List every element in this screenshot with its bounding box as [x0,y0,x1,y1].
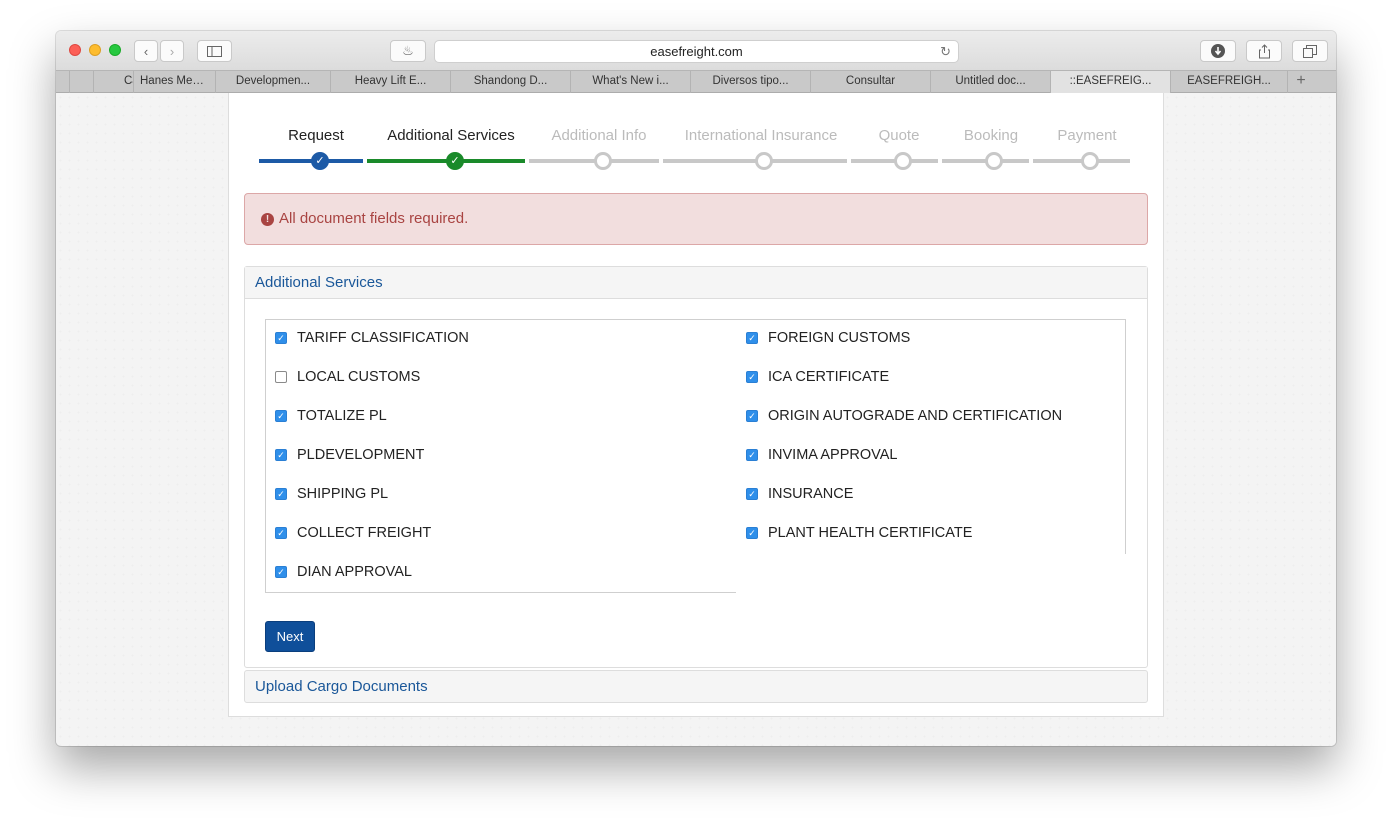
page-content: Request Additional Services Additional I… [56,93,1336,746]
zoom-window-button[interactable] [109,44,121,56]
checkbox-collect-freight[interactable]: ✓ COLLECT FREIGHT [275,523,431,543]
services-checklist: ✓ TARIFF CLASSIFICATION LOCAL CUSTOMS ✓ TO… [265,319,1126,593]
browser-tab[interactable]: Ca [94,71,134,93]
browser-tab[interactable]: EASEFREIGH... [1171,71,1288,93]
checkbox-checked-icon[interactable]: ✓ [746,449,758,461]
checkbox-checked-icon[interactable]: ✓ [275,410,287,422]
step-label-payment: Payment [1057,127,1117,144]
new-tab-button[interactable]: + [1288,71,1314,92]
downloads-button[interactable] [1200,40,1236,62]
checkbox-local-customs[interactable]: LOCAL CUSTOMS [275,367,420,387]
pinned-tab[interactable] [56,71,70,93]
browser-tab-active[interactable]: ::EASEFREIG... [1051,71,1171,93]
step-circle-icon [755,152,773,170]
next-button[interactable]: Next [265,621,315,652]
checkbox-checked-icon[interactable]: ✓ [275,488,287,500]
checkbox-checked-icon[interactable]: ✓ [275,449,287,461]
checkbox-shipping-pl[interactable]: ✓ SHIPPING PL [275,484,388,504]
step-label-additional-info: Additional Info [551,127,647,144]
checkbox-checked-icon[interactable]: ✓ [746,332,758,344]
step-circle-icon [894,152,912,170]
checkbox-invima-approval[interactable]: ✓ INVIMA APPROVAL [746,445,897,465]
browser-tab[interactable]: Hanes Men's... [134,71,216,93]
checkbox-checked-icon[interactable]: ✓ [746,488,758,500]
checkbox-checked-icon[interactable]: ✓ [275,566,287,578]
browser-tab[interactable]: What's New i... [571,71,691,93]
sidebar-button[interactable] [197,40,232,62]
checkmark-icon: ✓ [311,152,329,170]
checkbox-insurance[interactable]: ✓ INSURANCE [746,484,853,504]
step-circle-icon [985,152,1003,170]
tab-bar: Ca Hanes Men's... Developmen... Heavy Li… [56,70,1336,93]
checkbox-checked-icon[interactable]: ✓ [746,371,758,383]
browser-tab[interactable]: Heavy Lift E... [331,71,451,93]
error-alert: ! All document fields required. [244,193,1148,245]
back-button[interactable]: ‹ [134,40,158,62]
checkbox-foreign-customs[interactable]: ✓ FOREIGN CUSTOMS [746,328,910,348]
browser-tab[interactable]: Shandong D... [451,71,571,93]
chevron-right-icon: › [169,43,175,59]
step-label-international-insurance: International Insurance [684,127,838,144]
step-label-quote: Quote [878,127,920,144]
chevron-left-icon: ‹ [143,43,149,59]
step-label-request[interactable]: Request [288,127,344,144]
tab-overview-button[interactable] [1292,40,1328,62]
browser-tab[interactable]: Untitled doc... [931,71,1051,93]
upload-cargo-documents-header[interactable]: Upload Cargo Documents [244,670,1148,703]
download-icon [1211,44,1225,58]
close-window-button[interactable] [69,44,81,56]
minimize-window-button[interactable] [89,44,101,56]
checkbox-plant-health-certificate[interactable]: ✓ PLANT HEALTH CERTIFICATE [746,523,972,543]
tabs-icon [1303,44,1317,58]
browser-tab[interactable]: Consultar [811,71,931,93]
additional-services-section: Additional Services ✓ TARIFF CLASSIFICATI… [244,266,1148,668]
sidebar-icon [207,45,222,57]
forward-button[interactable]: › [160,40,184,62]
browser-tab[interactable]: Diversos tipo... [691,71,811,93]
checkbox-unchecked-icon[interactable] [275,371,287,383]
checkbox-ica-certificate[interactable]: ✓ ICA CERTIFICATE [746,367,889,387]
additional-services-header[interactable]: Additional Services [245,267,1147,299]
evernote-extension-button[interactable]: ♨ [390,40,426,62]
step-circle-icon [594,152,612,170]
checkbox-totalize-pl[interactable]: ✓ TOTALIZE PL [275,406,387,426]
browser-toolbar: ‹ › ♨ easefreight.com ↻ [56,31,1336,70]
url-text: easefreight.com [650,44,743,59]
checkmark-icon: ✓ [446,152,464,170]
step-label-booking: Booking [963,127,1019,144]
step-label-additional-services[interactable]: Additional Services [387,127,515,144]
share-button[interactable] [1246,40,1282,62]
checkbox-checked-icon[interactable]: ✓ [275,527,287,539]
reload-icon[interactable]: ↻ [940,41,951,62]
wizard-panel: Request Additional Services Additional I… [228,93,1164,717]
browser-window: ‹ › ♨ easefreight.com ↻ Ca Hanes Men's..… [56,31,1336,746]
share-icon [1258,43,1270,58]
checkbox-checked-icon[interactable]: ✓ [746,410,758,422]
browser-tab[interactable]: Developmen... [216,71,331,93]
checkbox-pldevelopment[interactable]: ✓ PLDEVELOPMENT [275,445,424,465]
progress-steps: Request Additional Services Additional I… [229,93,1163,183]
elephant-icon: ♨ [402,43,414,58]
checkbox-dian-approval[interactable]: ✓ DIAN APPROVAL [275,562,412,582]
checklist-border-right [736,319,1126,554]
checkbox-origin-autograde[interactable]: ✓ ORIGIN AUTOGRADE AND CERTIFICATION [746,406,1062,426]
step-circle-icon [1081,152,1099,170]
pinned-tab[interactable] [70,71,94,93]
checkbox-tariff-classification[interactable]: ✓ TARIFF CLASSIFICATION [275,328,469,348]
exclamation-icon: ! [261,213,274,226]
alert-text: All document fields required. [279,210,469,227]
address-bar[interactable]: easefreight.com ↻ [434,40,959,63]
checkbox-checked-icon[interactable]: ✓ [275,332,287,344]
checkbox-checked-icon[interactable]: ✓ [746,527,758,539]
